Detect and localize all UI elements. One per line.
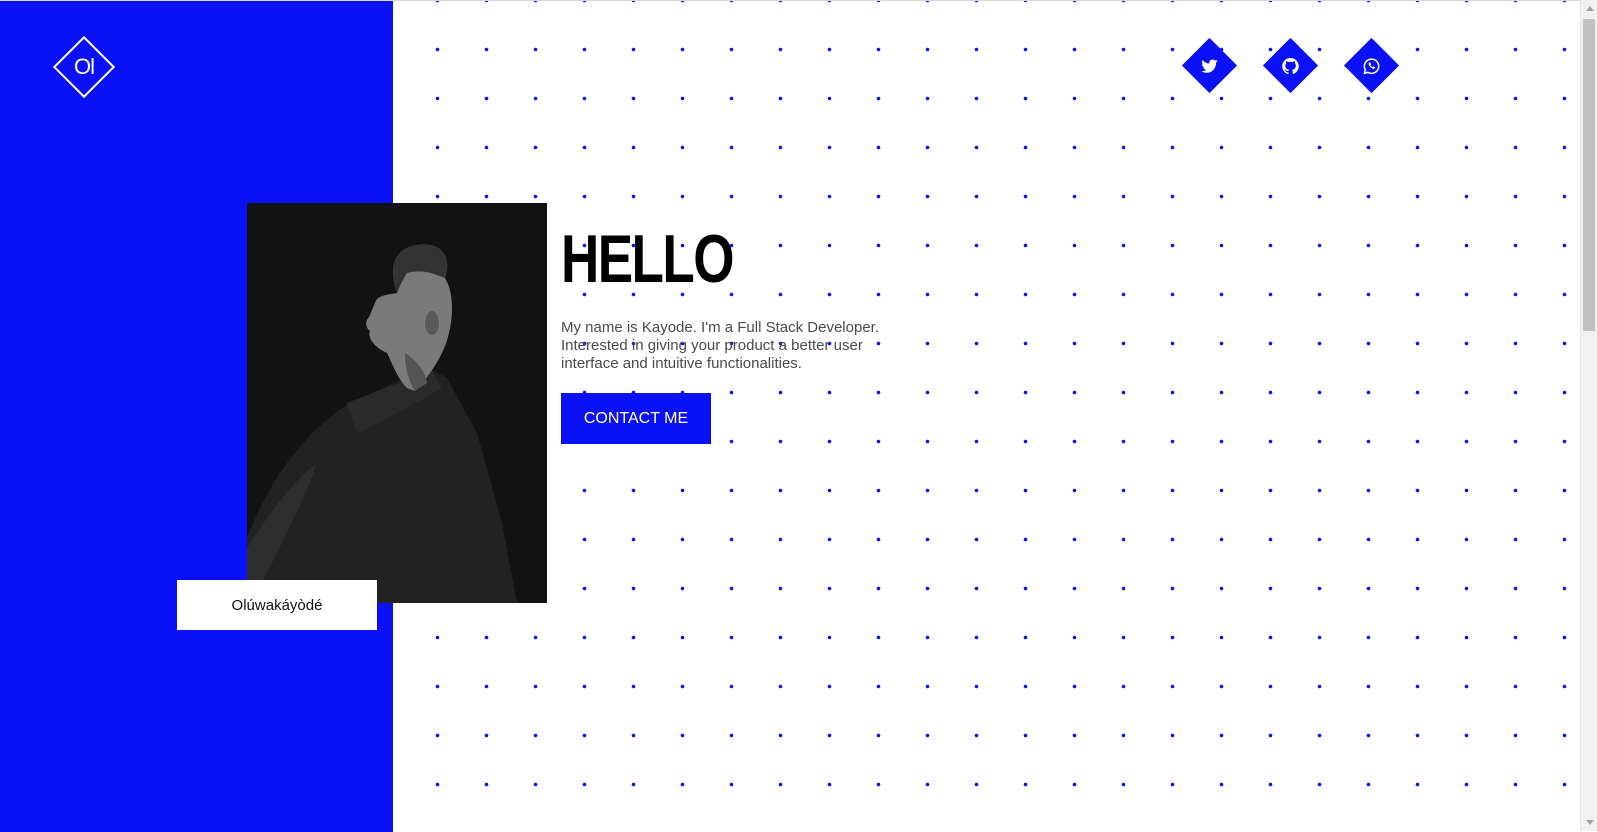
- logo-text: Ol: [74, 54, 94, 79]
- whatsapp-link[interactable]: [1343, 37, 1400, 94]
- scrollbar-thumb[interactable]: [1583, 19, 1595, 331]
- scroll-down-button[interactable]: [1581, 814, 1597, 831]
- man-silhouette-icon: [247, 203, 547, 603]
- hero-intro: My name is Kayode. I'm a Full Stack Deve…: [561, 319, 879, 372]
- contact-me-button[interactable]: CONTACT ME: [561, 393, 711, 444]
- twitter-icon: [1201, 58, 1218, 73]
- page-background: Ol Olúwakáyòdé HELLO My name is Kayode. …: [0, 0, 1580, 832]
- page-scrollbar[interactable]: [1580, 0, 1597, 831]
- github-link[interactable]: [1262, 37, 1319, 94]
- github-icon: [1282, 57, 1299, 74]
- social-links: [1181, 37, 1400, 94]
- name-card: Olúwakáyòdé: [177, 580, 377, 630]
- twitter-link[interactable]: [1181, 37, 1238, 94]
- portrait-photo: [247, 203, 547, 603]
- chevron-up-icon: [1585, 6, 1594, 11]
- name-card-text: Olúwakáyòdé: [231, 596, 323, 614]
- scroll-up-button[interactable]: [1581, 0, 1597, 17]
- hero-section: HELLO My name is Kayode. I'm a Full Stac…: [561, 225, 921, 444]
- chevron-down-icon: [1585, 820, 1594, 825]
- whatsapp-icon: [1363, 57, 1380, 74]
- hero-heading: HELLO: [561, 221, 735, 297]
- logo[interactable]: Ol: [52, 35, 116, 99]
